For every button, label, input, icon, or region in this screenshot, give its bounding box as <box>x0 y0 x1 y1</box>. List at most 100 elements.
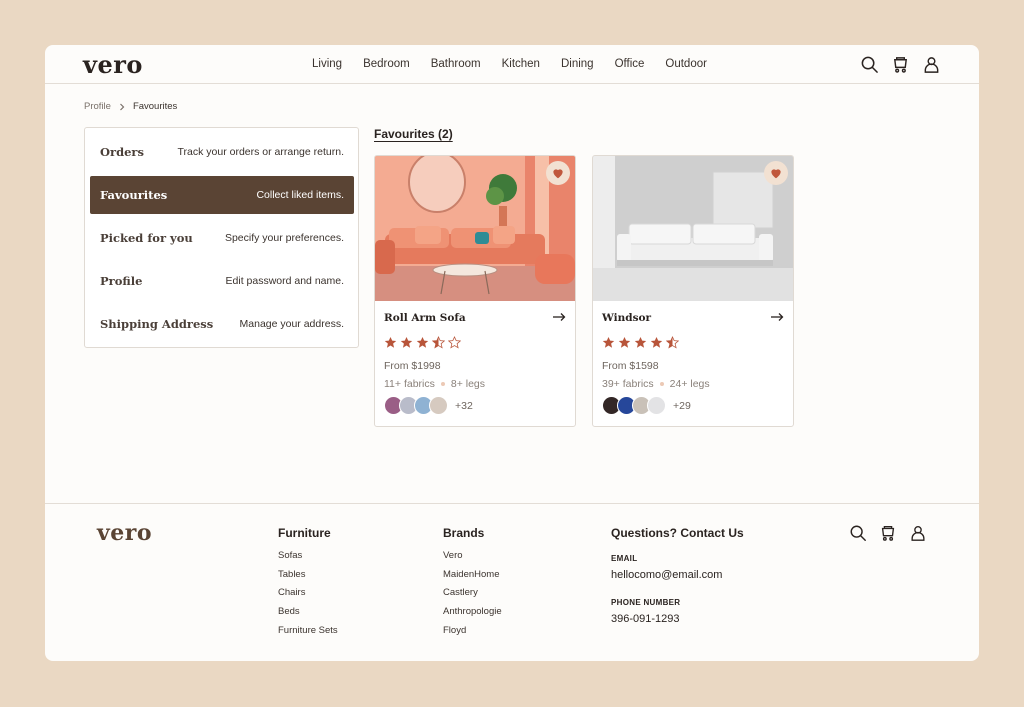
product-name[interactable]: Roll Arm Sofa <box>384 312 466 324</box>
footer-link[interactable]: Floyd <box>443 625 502 644</box>
email-value[interactable]: hellocomo@email.com <box>611 569 744 581</box>
nav-item-outdoor[interactable]: Outdoor <box>665 58 707 70</box>
separator-dot <box>440 382 445 386</box>
nav-item-bathroom[interactable]: Bathroom <box>431 58 481 70</box>
star-icon <box>400 336 413 348</box>
product-card-roll-arm-sofa[interactable]: Roll Arm Sofa From $1998 11+ fabrics 8+ … <box>374 155 576 427</box>
breadcrumb-profile[interactable]: Profile <box>84 101 111 112</box>
arrow-right-icon <box>553 313 566 321</box>
sidebar-item-desc: Manage your address. <box>239 318 344 330</box>
chevron-right-icon <box>120 103 125 110</box>
nav-item-kitchen[interactable]: Kitchen <box>502 58 540 70</box>
separator-dot <box>659 382 664 386</box>
logo[interactable]: vero <box>83 50 143 79</box>
favourite-toggle[interactable] <box>764 161 788 185</box>
legs-count: 24+ legs <box>669 378 710 390</box>
sidebar-item-title: Shipping Address <box>100 317 214 331</box>
user-icon[interactable] <box>922 55 941 74</box>
main-nav: Living Bedroom Bathroom Kitchen Dining O… <box>312 58 707 70</box>
product-image[interactable] <box>375 156 575 301</box>
legs-count: 8+ legs <box>450 378 486 390</box>
footer-link[interactable]: Furniture Sets <box>278 625 338 644</box>
sidebar-item-profile[interactable]: Profile Edit password and name. <box>90 262 354 300</box>
star-rating <box>602 336 679 349</box>
star-icon <box>618 336 631 348</box>
user-icon[interactable] <box>909 524 927 542</box>
sidebar-item-picked-for-you[interactable]: Picked for you Specify your preferences. <box>90 219 354 257</box>
star-icon <box>384 336 397 348</box>
footer-link[interactable]: Anthropologie <box>443 606 502 625</box>
star-half-icon <box>666 336 679 349</box>
header-icons <box>860 55 941 74</box>
product-price: From $1998 <box>384 360 441 372</box>
fabric-swatches: +29 <box>602 396 691 415</box>
star-icon <box>602 336 615 348</box>
footer-heading: Questions? Contact Us <box>611 526 744 540</box>
cart-icon[interactable] <box>891 55 910 74</box>
product-specs: 39+ fabrics 24+ legs <box>602 378 710 390</box>
sidebar-item-favourites[interactable]: Favourites Collect liked items. <box>90 176 354 214</box>
footer-link[interactable]: Beds <box>278 606 338 625</box>
phone-value[interactable]: 396-091-1293 <box>611 613 744 625</box>
star-icon <box>416 336 429 348</box>
footer-icons <box>849 524 927 542</box>
footer-brands: Brands Vero MaidenHome Castlery Anthropo… <box>443 526 502 643</box>
breadcrumb: Profile Favourites <box>84 101 177 112</box>
favourites-title: Favourites (2) <box>374 127 453 141</box>
footer-link[interactable]: Castlery <box>443 587 502 606</box>
swatch[interactable] <box>429 396 448 415</box>
sidebar-item-title: Orders <box>100 145 144 159</box>
footer-heading: Furniture <box>278 526 331 540</box>
footer: vero Furniture Sofas Tables Chairs Beds … <box>45 503 979 661</box>
product-card-windsor[interactable]: Windsor From $1598 39+ fabrics 24+ legs … <box>592 155 794 427</box>
sidebar-item-title: Favourites <box>100 188 168 202</box>
footer-contact: Questions? Contact Us EMAIL hellocomo@em… <box>611 526 744 625</box>
view-product-button[interactable] <box>552 312 566 322</box>
heart-icon <box>771 169 781 179</box>
footer-furniture: Furniture Sofas Tables Chairs Beds Furni… <box>278 526 338 643</box>
page: vero Living Bedroom Bathroom Kitchen Din… <box>45 45 979 661</box>
more-swatches[interactable]: +29 <box>673 400 691 412</box>
favourite-toggle[interactable] <box>546 161 570 185</box>
fabric-swatches: +32 <box>384 396 473 415</box>
nav-item-dining[interactable]: Dining <box>561 58 594 70</box>
heart-icon <box>553 169 563 179</box>
search-icon[interactable] <box>860 55 879 74</box>
cart-icon[interactable] <box>879 524 897 542</box>
swatch[interactable] <box>647 396 666 415</box>
sidebar-item-desc: Specify your preferences. <box>224 232 344 244</box>
nav-item-office[interactable]: Office <box>615 58 645 70</box>
more-swatches[interactable]: +32 <box>455 400 473 412</box>
phone-label: PHONE NUMBER <box>611 598 681 607</box>
header: vero Living Bedroom Bathroom Kitchen Din… <box>45 45 979 84</box>
footer-heading: Brands <box>443 526 485 540</box>
sidebar-item-desc: Collect liked items. <box>256 189 344 201</box>
star-icon <box>650 336 663 348</box>
product-image[interactable] <box>593 156 793 301</box>
sidebar-item-orders[interactable]: Orders Track your orders or arrange retu… <box>90 133 354 171</box>
product-name[interactable]: Windsor <box>602 312 651 324</box>
star-rating <box>384 336 461 349</box>
sidebar-item-desc: Edit password and name. <box>225 275 344 287</box>
footer-link[interactable]: Chairs <box>278 587 338 606</box>
account-sidebar: Orders Track your orders or arrange retu… <box>84 127 359 348</box>
sidebar-item-shipping-address[interactable]: Shipping Address Manage your address. <box>90 305 354 343</box>
search-icon[interactable] <box>849 524 867 542</box>
star-icon <box>634 336 647 348</box>
star-half-icon <box>432 336 445 349</box>
product-specs: 11+ fabrics 8+ legs <box>384 378 485 390</box>
footer-link[interactable]: Sofas <box>278 550 338 569</box>
footer-link[interactable]: MaidenHome <box>443 569 502 588</box>
footer-logo[interactable]: vero <box>97 520 152 546</box>
breadcrumb-current: Favourites <box>132 101 178 112</box>
email-label: EMAIL <box>611 554 638 563</box>
nav-item-bedroom[interactable]: Bedroom <box>363 58 410 70</box>
footer-link[interactable]: Vero <box>443 550 502 569</box>
product-price: From $1598 <box>602 360 659 372</box>
sidebar-item-title: Profile <box>100 274 143 288</box>
view-product-button[interactable] <box>770 312 784 322</box>
arrow-right-icon <box>771 313 784 321</box>
nav-item-living[interactable]: Living <box>312 58 342 70</box>
fabric-count: 39+ fabrics <box>602 378 654 390</box>
footer-link[interactable]: Tables <box>278 569 338 588</box>
